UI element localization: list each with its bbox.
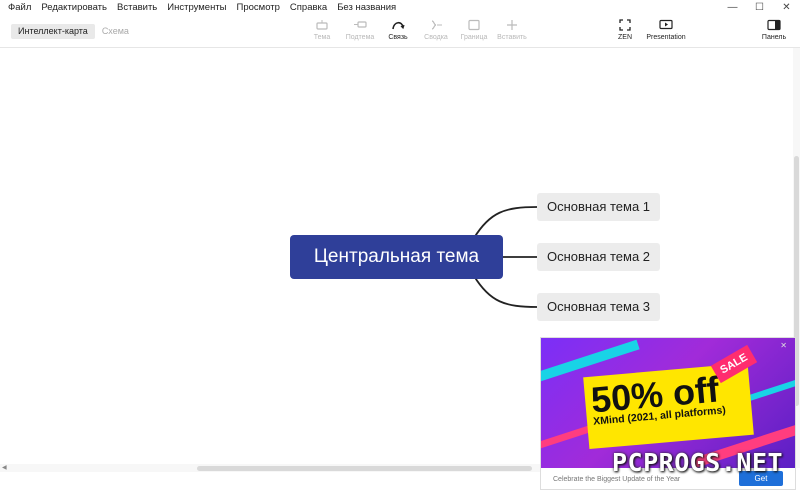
tab-outline[interactable]: Схема — [95, 24, 136, 39]
topic-button[interactable]: Тема — [302, 19, 342, 41]
subtopic-label: Подтема — [345, 34, 375, 41]
panel-label: Панель — [761, 34, 787, 41]
menu-view[interactable]: Просмотр — [232, 0, 285, 15]
zen-button[interactable]: ZEN — [605, 19, 645, 41]
subtopic-icon — [340, 19, 380, 33]
main-topic-2[interactable]: Основная тема 2 — [537, 243, 661, 271]
menu-file[interactable]: Файл — [0, 0, 36, 15]
promo-close-icon[interactable]: ✕ — [780, 341, 787, 350]
summary-label: Сводка — [424, 34, 448, 41]
boundary-label: Граница — [460, 34, 488, 41]
presentation-label: Presentation — [646, 34, 686, 41]
horizontal-scroll-thumb[interactable] — [197, 466, 532, 471]
watermark: PCPROGS.NET — [612, 448, 784, 477]
relationship-icon — [378, 19, 418, 33]
window-controls: — ☐ ✕ — [719, 0, 800, 15]
horizontal-scrollbar[interactable]: ◀ — [0, 464, 540, 472]
close-window-button[interactable]: ✕ — [773, 0, 800, 15]
maximize-button[interactable]: ☐ — [746, 0, 773, 15]
central-topic[interactable]: Центральная тема — [290, 235, 503, 279]
relationship-label: Связь — [388, 34, 408, 41]
menu-insert[interactable]: Вставить — [112, 0, 162, 15]
panel-button[interactable]: Панель — [754, 19, 794, 41]
xmind-window: Файл Редактировать Вставить Инструменты … — [0, 0, 800, 494]
topic-icon — [302, 19, 342, 33]
menu-edit[interactable]: Редактировать — [36, 0, 112, 15]
topic-label: Тема — [313, 34, 331, 41]
boundary-button[interactable]: Граница — [454, 19, 494, 41]
menu-help[interactable]: Справка — [285, 0, 332, 15]
scroll-left-icon[interactable]: ◀ — [2, 464, 7, 471]
main-topic-3[interactable]: Основная тема 3 — [537, 293, 661, 321]
insert-label: Вставить — [497, 34, 527, 41]
relationship-button[interactable]: Связь — [378, 19, 418, 41]
summary-icon — [416, 19, 456, 33]
main-topic-1[interactable]: Основная тема 1 — [537, 193, 661, 221]
boundary-icon — [454, 19, 494, 33]
plus-icon — [492, 19, 532, 33]
zen-label: ZEN — [618, 34, 632, 41]
presentation-button[interactable]: Presentation — [641, 19, 691, 41]
summary-button[interactable]: Сводка — [416, 19, 456, 41]
insert-button[interactable]: Вставить — [492, 19, 532, 41]
panel-icon — [754, 19, 794, 33]
presentation-icon — [641, 19, 691, 33]
menu-tools[interactable]: Инструменты — [162, 0, 231, 15]
fullscreen-icon — [605, 19, 645, 33]
view-tabs: Интеллект-карта Схема — [11, 24, 136, 39]
subtopic-button[interactable]: Подтема — [340, 19, 380, 41]
tab-mindmap[interactable]: Интеллект-карта — [11, 24, 95, 39]
document-title: Без названия — [337, 2, 397, 13]
minimize-button[interactable]: — — [719, 0, 746, 15]
menu-bar: Файл Редактировать Вставить Инструменты … — [0, 0, 800, 15]
toolbar: Интеллект-карта Схема Тема Подтема Связь… — [0, 15, 800, 48]
